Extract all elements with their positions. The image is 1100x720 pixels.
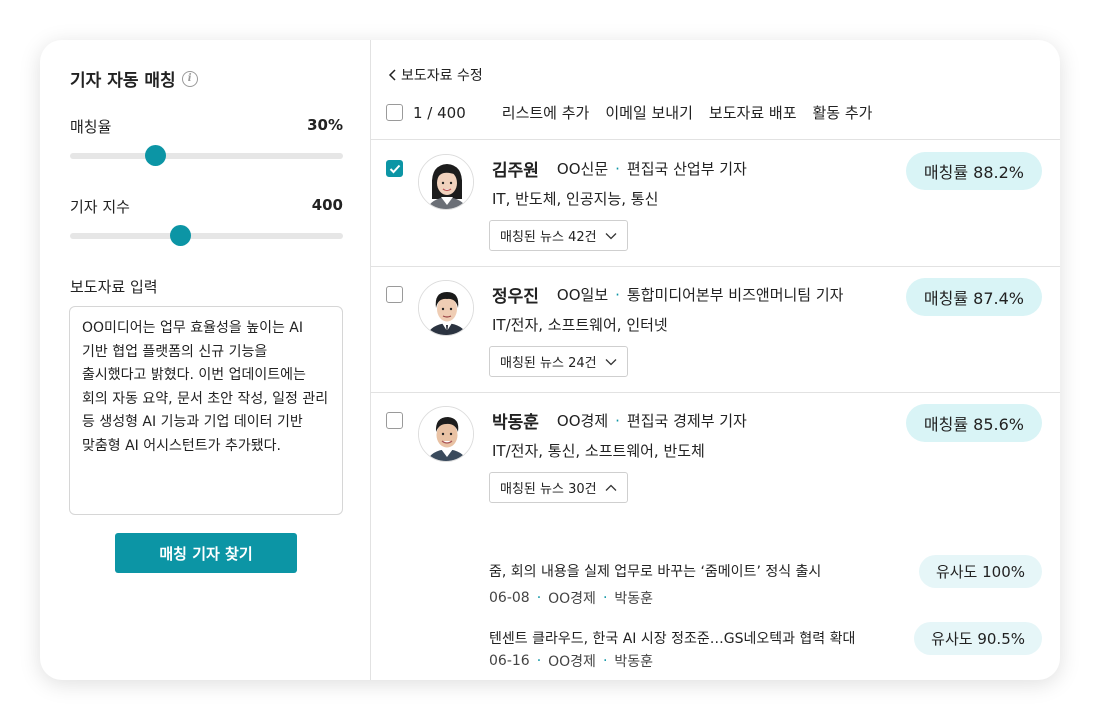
main-card: 기자 자동 매칭 i 매칭율 30% 기자 지수 400 보도자료 입력 OO미… [40,40,1060,680]
chevron-left-icon [388,69,396,81]
find-reporters-button[interactable]: 매칭 기자 찾기 [115,533,297,573]
matched-news-toggle[interactable]: 매칭된 뉴스 42건 [489,220,628,251]
reporter-checkbox[interactable] [386,286,403,303]
reporter-name[interactable]: 박동훈 [492,408,539,433]
select-all-checkbox[interactable] [386,104,403,121]
separator-dot: · [615,285,620,304]
reporter-checkbox[interactable] [386,412,403,429]
match-rate-row: 매칭율 30% [70,116,343,137]
distribute-press-button[interactable]: 보도자료 배포 [709,102,797,123]
similarity-badge: 유사도 90.5% [914,622,1042,655]
reporter-beat: IT, 반도체, 인공지능, 통신 [492,190,659,208]
separator-dot: · [602,590,608,606]
reporter-checkbox[interactable] [386,160,403,177]
chevron-up-icon [605,484,617,491]
similarity-badge: 유사도 100% [918,555,1042,588]
info-icon[interactable]: i [181,70,198,87]
match-rate-slider-thumb[interactable] [145,145,166,166]
panel-title: 기자 자동 매칭 i [70,66,198,91]
article-author: 박동훈 [614,654,654,670]
avatar [418,280,474,336]
reporter-outlet: OO신문 [556,160,609,178]
reporter-results-panel: 보도자료 수정 1 / 400 리스트에 추가 이메일 보내기 보도자료 배포 … [371,40,1060,680]
back-link[interactable]: 보도자료 수정 [388,65,483,85]
article-meta: 06-08 · OO경제 · 박동훈 [489,588,1049,608]
article-author: 박동훈 [614,591,654,607]
add-to-list-button[interactable]: 리스트에 추가 [502,102,590,123]
chevron-down-icon [605,232,617,239]
match-rate-label: 매칭율 [70,118,112,136]
article-title[interactable]: 텐센트 클라우드, 한국 AI 시장 정조준…GS네오텍과 협력 확대 [489,629,884,649]
reporter-beat: IT/전자, 통신, 소프트웨어, 반도체 [492,442,705,460]
reporter-row: 정우진 OO일보 · 통합미디어본부 비즈앤머니팀 기자 IT/전자, 소프트웨… [371,266,1060,392]
press-release-textarea[interactable]: OO미디어는 업무 효율성을 높이는 AI 기반 협업 플랫폼의 신규 기능을 … [69,306,343,515]
avatar [418,406,474,462]
reporter-index-row: 기자 지수 400 [70,196,343,217]
matched-news-toggle[interactable]: 매칭된 뉴스 30건 [489,472,628,503]
match-score-badge: 매칭률 85.6% [905,404,1042,442]
reporter-index-slider-thumb[interactable] [170,225,191,246]
reporter-position: 통합미디어본부 비즈앤머니팀 기자 [626,286,844,304]
reporter-position: 편집국 경제부 기자 [626,412,747,430]
matching-settings-panel: 기자 자동 매칭 i 매칭율 30% 기자 지수 400 보도자료 입력 OO미… [40,40,371,680]
reporter-row: 김주원 OO신문 · 편집국 산업부 기자 IT, 반도체, 인공지능, 통신 … [371,140,1060,266]
selection-count: 1 / 400 [413,103,466,122]
reporter-position: 편집국 산업부 기자 [626,160,747,178]
match-score-badge: 매칭률 88.2% [905,152,1042,190]
separator-dot: · [602,653,608,669]
article-outlet: OO경제 [548,654,596,670]
press-input-label: 보도자료 입력 [70,278,158,296]
matched-news-label: 매칭된 뉴스 24건 [500,356,597,371]
reporter-beat: IT/전자, 소프트웨어, 인터넷 [492,316,668,334]
separator-dot: · [615,159,620,178]
article-title[interactable]: 줌, 회의 내용을 실제 업무로 바꾸는 ‘줌메이트’ 정식 출시 [489,562,884,582]
reporter-info: 정우진 OO일보 · 통합미디어본부 비즈앤머니팀 기자 [492,282,844,308]
match-score-badge: 매칭률 87.4% [905,278,1042,316]
reporter-name[interactable]: 정우진 [492,282,539,307]
send-email-button[interactable]: 이메일 보내기 [605,102,693,123]
separator-dot: · [536,590,542,606]
article-date: 06-16 [489,653,530,669]
reporter-index-label: 기자 지수 [70,198,130,216]
back-label: 보도자료 수정 [401,68,483,84]
panel-title-text: 기자 자동 매칭 [70,71,176,91]
reporter-outlet: OO일보 [556,286,609,304]
check-icon [389,164,400,173]
reporter-name[interactable]: 김주원 [492,156,539,181]
match-rate-value: 30% [307,116,343,134]
matched-news-toggle[interactable]: 매칭된 뉴스 24건 [489,346,628,377]
separator-dot: · [615,411,620,430]
chevron-down-icon [605,358,617,365]
article-date: 06-08 [489,590,530,606]
toolbar: 1 / 400 리스트에 추가 이메일 보내기 보도자료 배포 활동 추가 [386,102,888,123]
match-rate-slider[interactable] [70,145,343,166]
article-outlet: OO경제 [548,591,596,607]
reporter-index-slider[interactable] [70,225,343,246]
reporter-index-value: 400 [311,196,343,214]
separator-dot: · [536,653,542,669]
reporter-row: 박동훈 OO경제 · 편집국 경제부 기자 IT/전자, 통신, 소프트웨어, … [371,392,1060,680]
avatar [418,154,474,210]
reporter-outlet: OO경제 [556,412,609,430]
add-activity-button[interactable]: 활동 추가 [813,102,873,123]
matched-news-label: 매칭된 뉴스 42건 [500,230,597,245]
reporter-info: 박동훈 OO경제 · 편집국 경제부 기자 [492,408,747,434]
reporter-info: 김주원 OO신문 · 편집국 산업부 기자 [492,156,747,182]
matched-news-label: 매칭된 뉴스 30건 [500,482,597,497]
